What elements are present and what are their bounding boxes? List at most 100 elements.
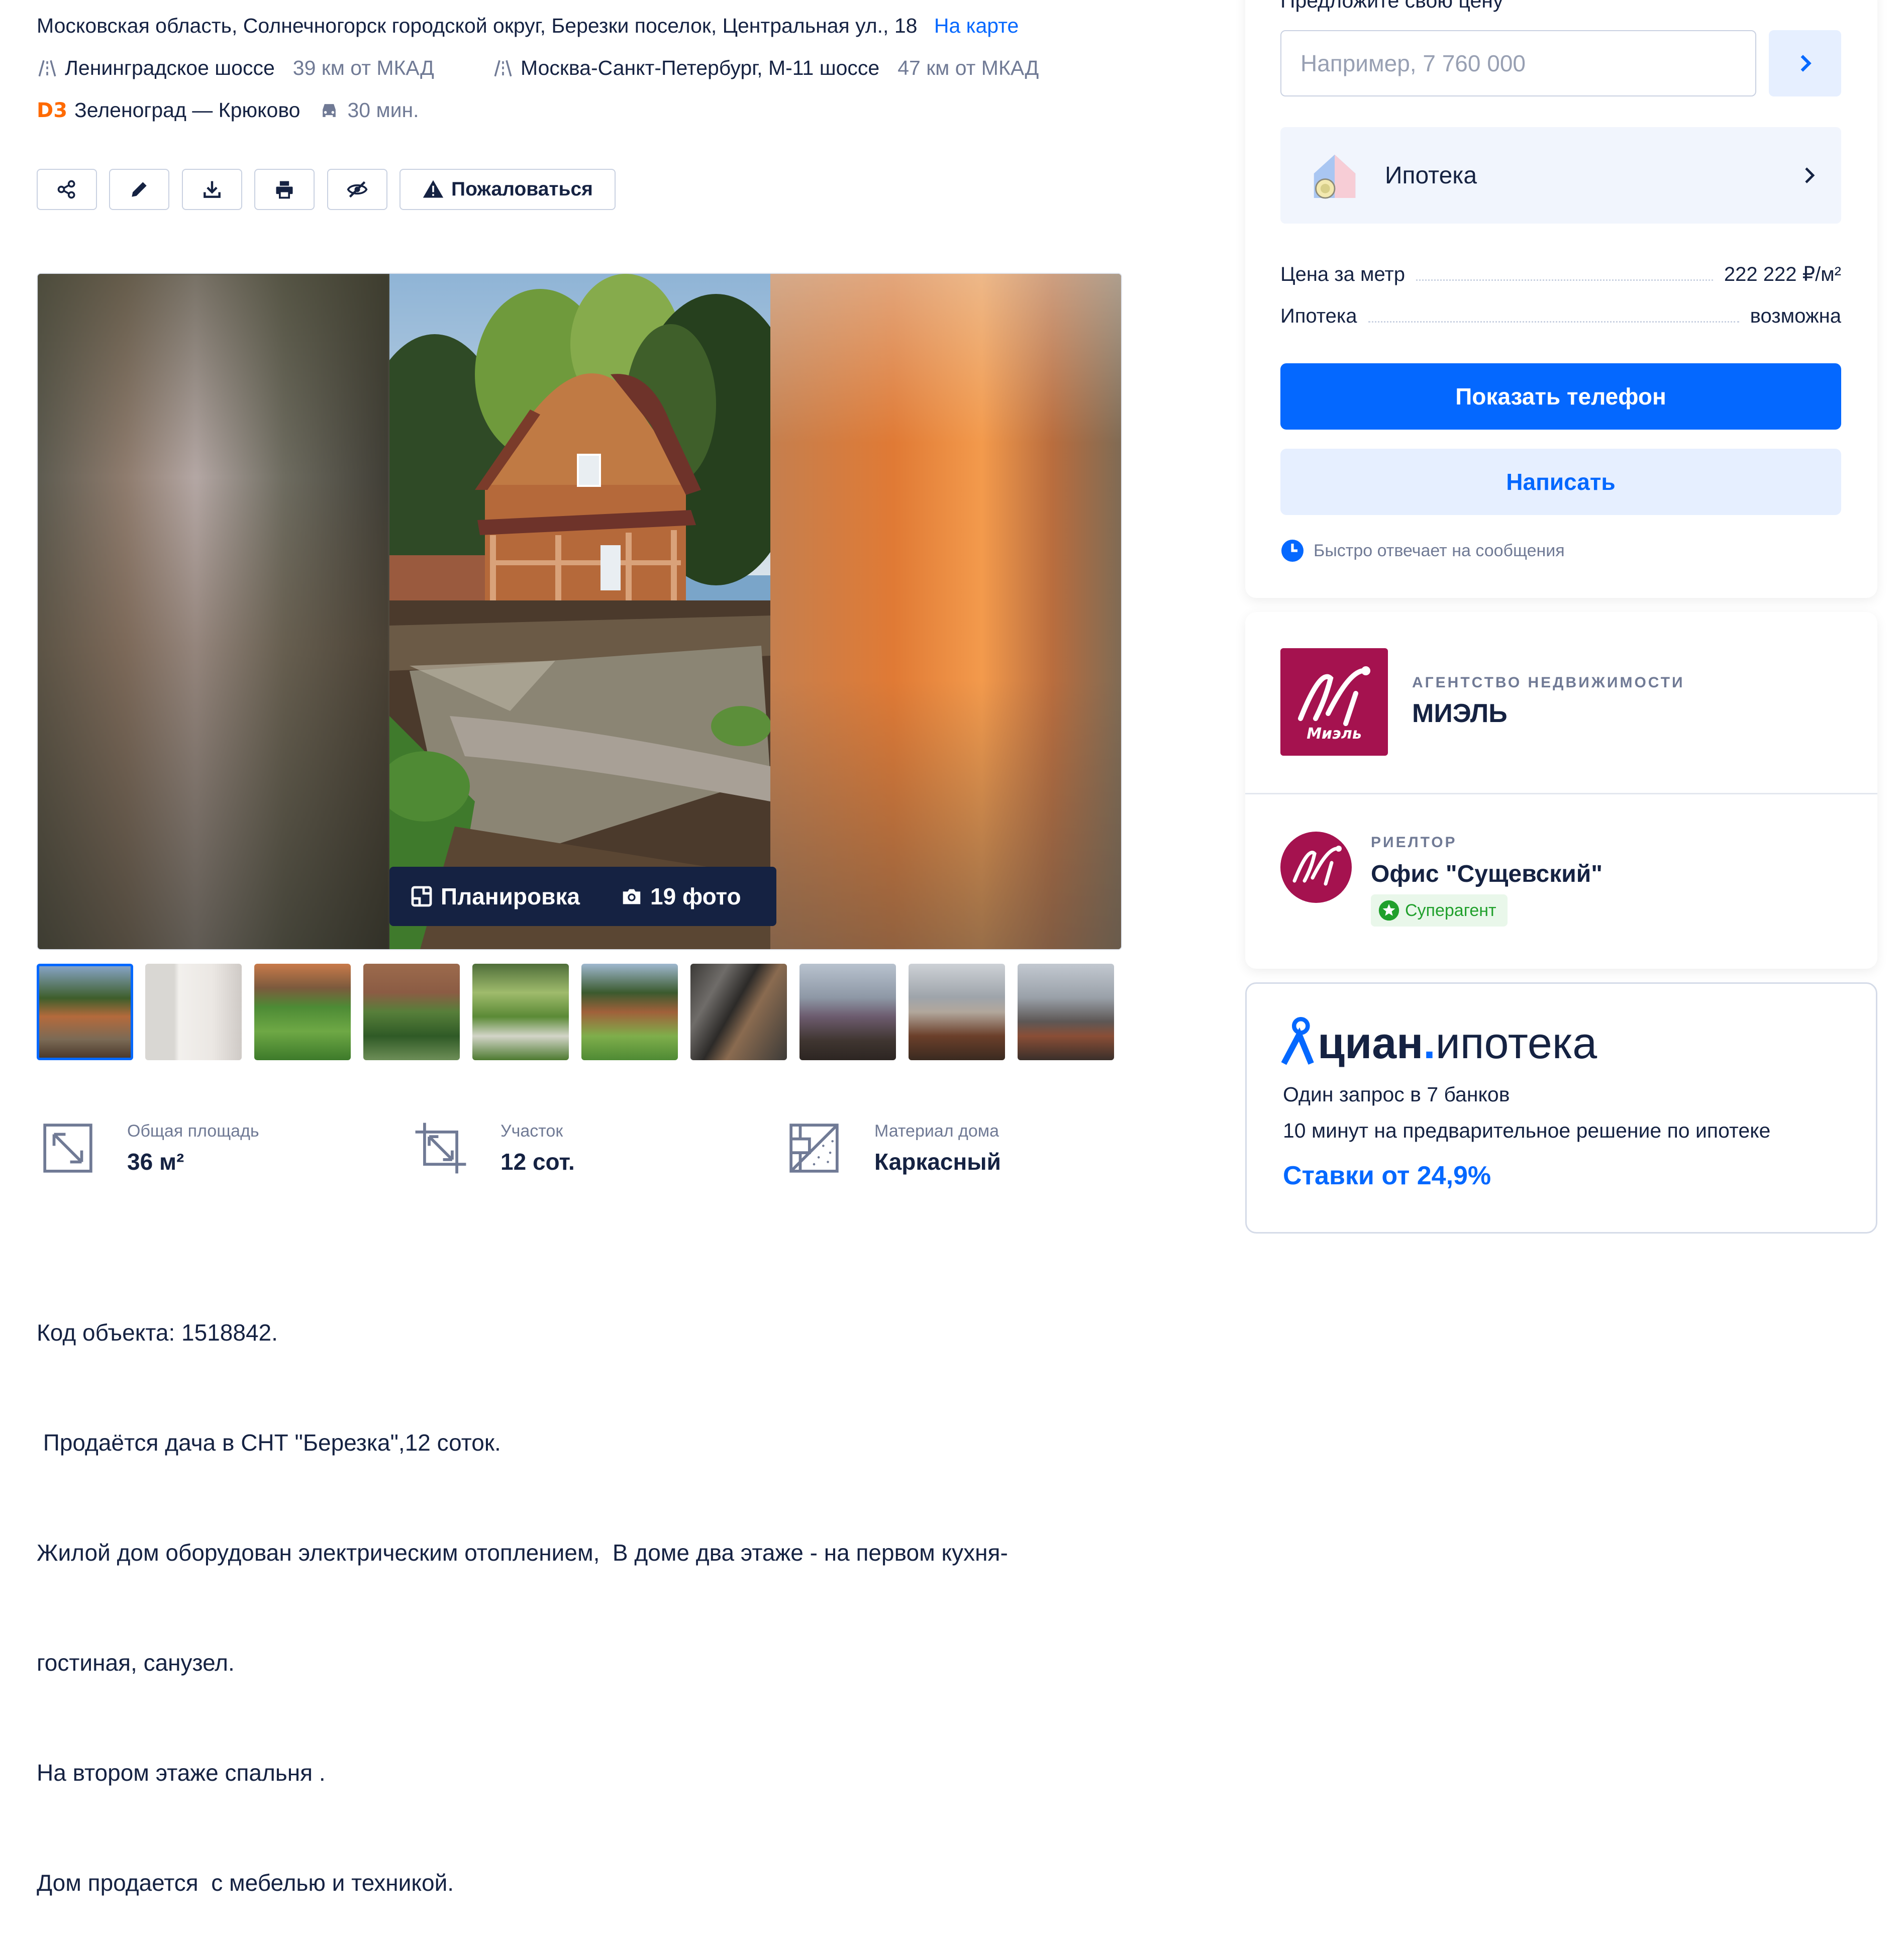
- price-per-meter-label: Цена за метр: [1280, 263, 1405, 285]
- mortgage-value: возможна: [1750, 305, 1841, 327]
- house-photo-illustration: [389, 274, 770, 949]
- land-plot-icon: [415, 1123, 466, 1174]
- complain-label: Пожаловаться: [451, 178, 593, 200]
- cian-logo-dot: .: [1423, 1018, 1436, 1068]
- highway-distance: 47 км от МКАД: [897, 56, 1039, 79]
- offer-price-input[interactable]: Например, 7 760 000: [1280, 30, 1756, 96]
- gallery-thumbnail[interactable]: [254, 964, 351, 1060]
- house-coin-icon: [1314, 154, 1356, 199]
- gallery-thumbnail[interactable]: [909, 964, 1005, 1060]
- description-line: На втором этаже спальня .: [37, 1760, 326, 1786]
- blurred-backdrop-right-shade: [770, 274, 1121, 949]
- dotted-leader: [1416, 279, 1713, 281]
- gallery-thumbnail[interactable]: [363, 964, 460, 1060]
- clock-icon: [1281, 540, 1304, 562]
- highway-name: Москва-Санкт-Петербург, М-11 шоссе: [521, 56, 880, 79]
- highway-icon: [494, 60, 512, 76]
- description-line: Код объекта: 1518842.: [37, 1319, 278, 1346]
- mortgage-label: Ипотека: [1385, 162, 1477, 189]
- download-button[interactable]: [182, 169, 242, 210]
- address-text: Московская область, Солнечногорск городс…: [37, 14, 918, 37]
- superagent-label: Суперагент: [1405, 900, 1496, 920]
- print-button[interactable]: [254, 169, 315, 210]
- feature-value: 36 м²: [127, 1149, 184, 1175]
- card-divider: [1245, 793, 1877, 794]
- address-line: Московская область, Солнечногорск городс…: [37, 14, 1019, 38]
- agency-name[interactable]: МИЭЛЬ: [1412, 698, 1508, 729]
- highway-name: Ленинградское шоссе: [65, 56, 275, 79]
- edit-button[interactable]: [109, 169, 169, 210]
- realtor-avatar[interactable]: [1280, 832, 1352, 903]
- hide-button[interactable]: [327, 169, 387, 210]
- fast-reply-text: Быстро отвечает на сообщения: [1314, 541, 1565, 560]
- price-per-meter-row: Цена за метр 222 222 ₽/м²: [1280, 263, 1841, 286]
- edit-icon: [132, 182, 147, 197]
- cian-logo-sub: ипотека: [1435, 1018, 1597, 1068]
- offer-price-label: Предложите свою цену: [1280, 0, 1504, 12]
- realtor-name[interactable]: Офис "Сущевский": [1371, 860, 1602, 888]
- photo-gallery[interactable]: Планировка 19 фото: [37, 273, 1122, 950]
- mortgage-key: Ипотека: [1280, 305, 1357, 327]
- photos-button[interactable]: 19 фото: [600, 883, 761, 910]
- gallery-thumbnail[interactable]: [472, 964, 569, 1060]
- cian-mortgage-line: Один запрос в 7 банков: [1283, 1083, 1510, 1106]
- feature-label: Участок: [500, 1121, 563, 1141]
- feature-value: 12 сот.: [500, 1149, 575, 1175]
- complain-button[interactable]: Пожаловаться: [399, 169, 616, 210]
- star-badge-icon: [1378, 900, 1399, 921]
- description-line: Продаётся дача в СНТ "Березка",12 соток.: [37, 1430, 501, 1456]
- description: Код объекта: 1518842. Продаётся дача в С…: [37, 1241, 1092, 1938]
- mortgage-banner[interactable]: Ипотека: [1280, 127, 1841, 224]
- feature-value: Каркасный: [874, 1149, 1001, 1175]
- share-button[interactable]: [37, 169, 97, 210]
- chevron-right-icon: [1800, 55, 1812, 72]
- gallery-thumbnail[interactable]: [37, 964, 133, 1060]
- camera-icon: [623, 889, 641, 904]
- svg-text:Миэль: Миэль: [1307, 725, 1362, 743]
- cian-logo-icon: [1281, 1016, 1314, 1065]
- show-phone-button[interactable]: Показать телефон: [1280, 363, 1841, 430]
- metro-station: Зеленоград — Крюково: [74, 98, 300, 122]
- metro-line-badge: D3: [37, 98, 68, 122]
- photos-count: 19 фото: [650, 883, 741, 909]
- cian-mortgage-line: 10 минут на предварительное решение по и…: [1283, 1119, 1771, 1142]
- main-photo[interactable]: [389, 274, 770, 949]
- cian-mortgage-logo: циан. ипотека: [1280, 1010, 1597, 1065]
- area-icon: [43, 1124, 92, 1173]
- gallery-thumbnail[interactable]: [1018, 964, 1114, 1060]
- metro-time: 30 мин.: [347, 98, 419, 122]
- realtor-role: РИЕЛТОР: [1371, 834, 1457, 851]
- plan-button[interactable]: Планировка: [389, 883, 600, 910]
- offer-submit-button[interactable]: [1769, 30, 1841, 96]
- gallery-thumbnail[interactable]: [690, 964, 787, 1060]
- write-message-button[interactable]: Написать: [1280, 449, 1841, 515]
- warning-icon: [423, 180, 444, 198]
- print-icon: [276, 181, 293, 199]
- gallery-thumbnail[interactable]: [581, 964, 678, 1060]
- highway-distance: 39 км от МКАД: [292, 56, 434, 79]
- floor-plan-icon: [411, 886, 432, 907]
- map-link[interactable]: На карте: [934, 14, 1019, 37]
- mortgage-row: Ипотека возможна: [1280, 305, 1841, 328]
- cian-mortgage-rates[interactable]: Ставки от 24,9%: [1283, 1161, 1491, 1191]
- car-icon: [323, 104, 336, 117]
- fast-reply-note: Быстро отвечает на сообщения: [1280, 539, 1565, 563]
- highway-item: Москва-Санкт-Петербург, М-11 шоссе 47 км…: [492, 56, 1039, 80]
- superagent-badge: Суперагент: [1371, 894, 1508, 927]
- agency-type: АГЕНТСТВО НЕДВИЖИМОСТИ: [1412, 674, 1685, 691]
- hide-icon: [347, 181, 368, 198]
- feature-label: Материал дома: [874, 1121, 999, 1141]
- gallery-thumbnail[interactable]: [145, 964, 242, 1060]
- gallery-thumbnail[interactable]: [799, 964, 896, 1060]
- download-icon: [204, 181, 221, 198]
- plan-label: Планировка: [441, 883, 580, 909]
- description-line: Жилой дом оборудован электрическим отопл…: [37, 1540, 1008, 1566]
- description-line: гостиная, санузел.: [37, 1650, 235, 1676]
- gallery-overlay-bar: Планировка 19 фото: [389, 867, 776, 926]
- chevron-right-icon: [1805, 167, 1815, 183]
- dotted-leader: [1368, 321, 1739, 323]
- highway-item: Ленинградское шоссе 39 км от МКАД: [37, 56, 434, 80]
- agency-logo[interactable]: Миэль: [1280, 648, 1388, 756]
- price-per-meter-value: 222 222 ₽/м²: [1724, 263, 1841, 285]
- material-icon: [789, 1124, 839, 1173]
